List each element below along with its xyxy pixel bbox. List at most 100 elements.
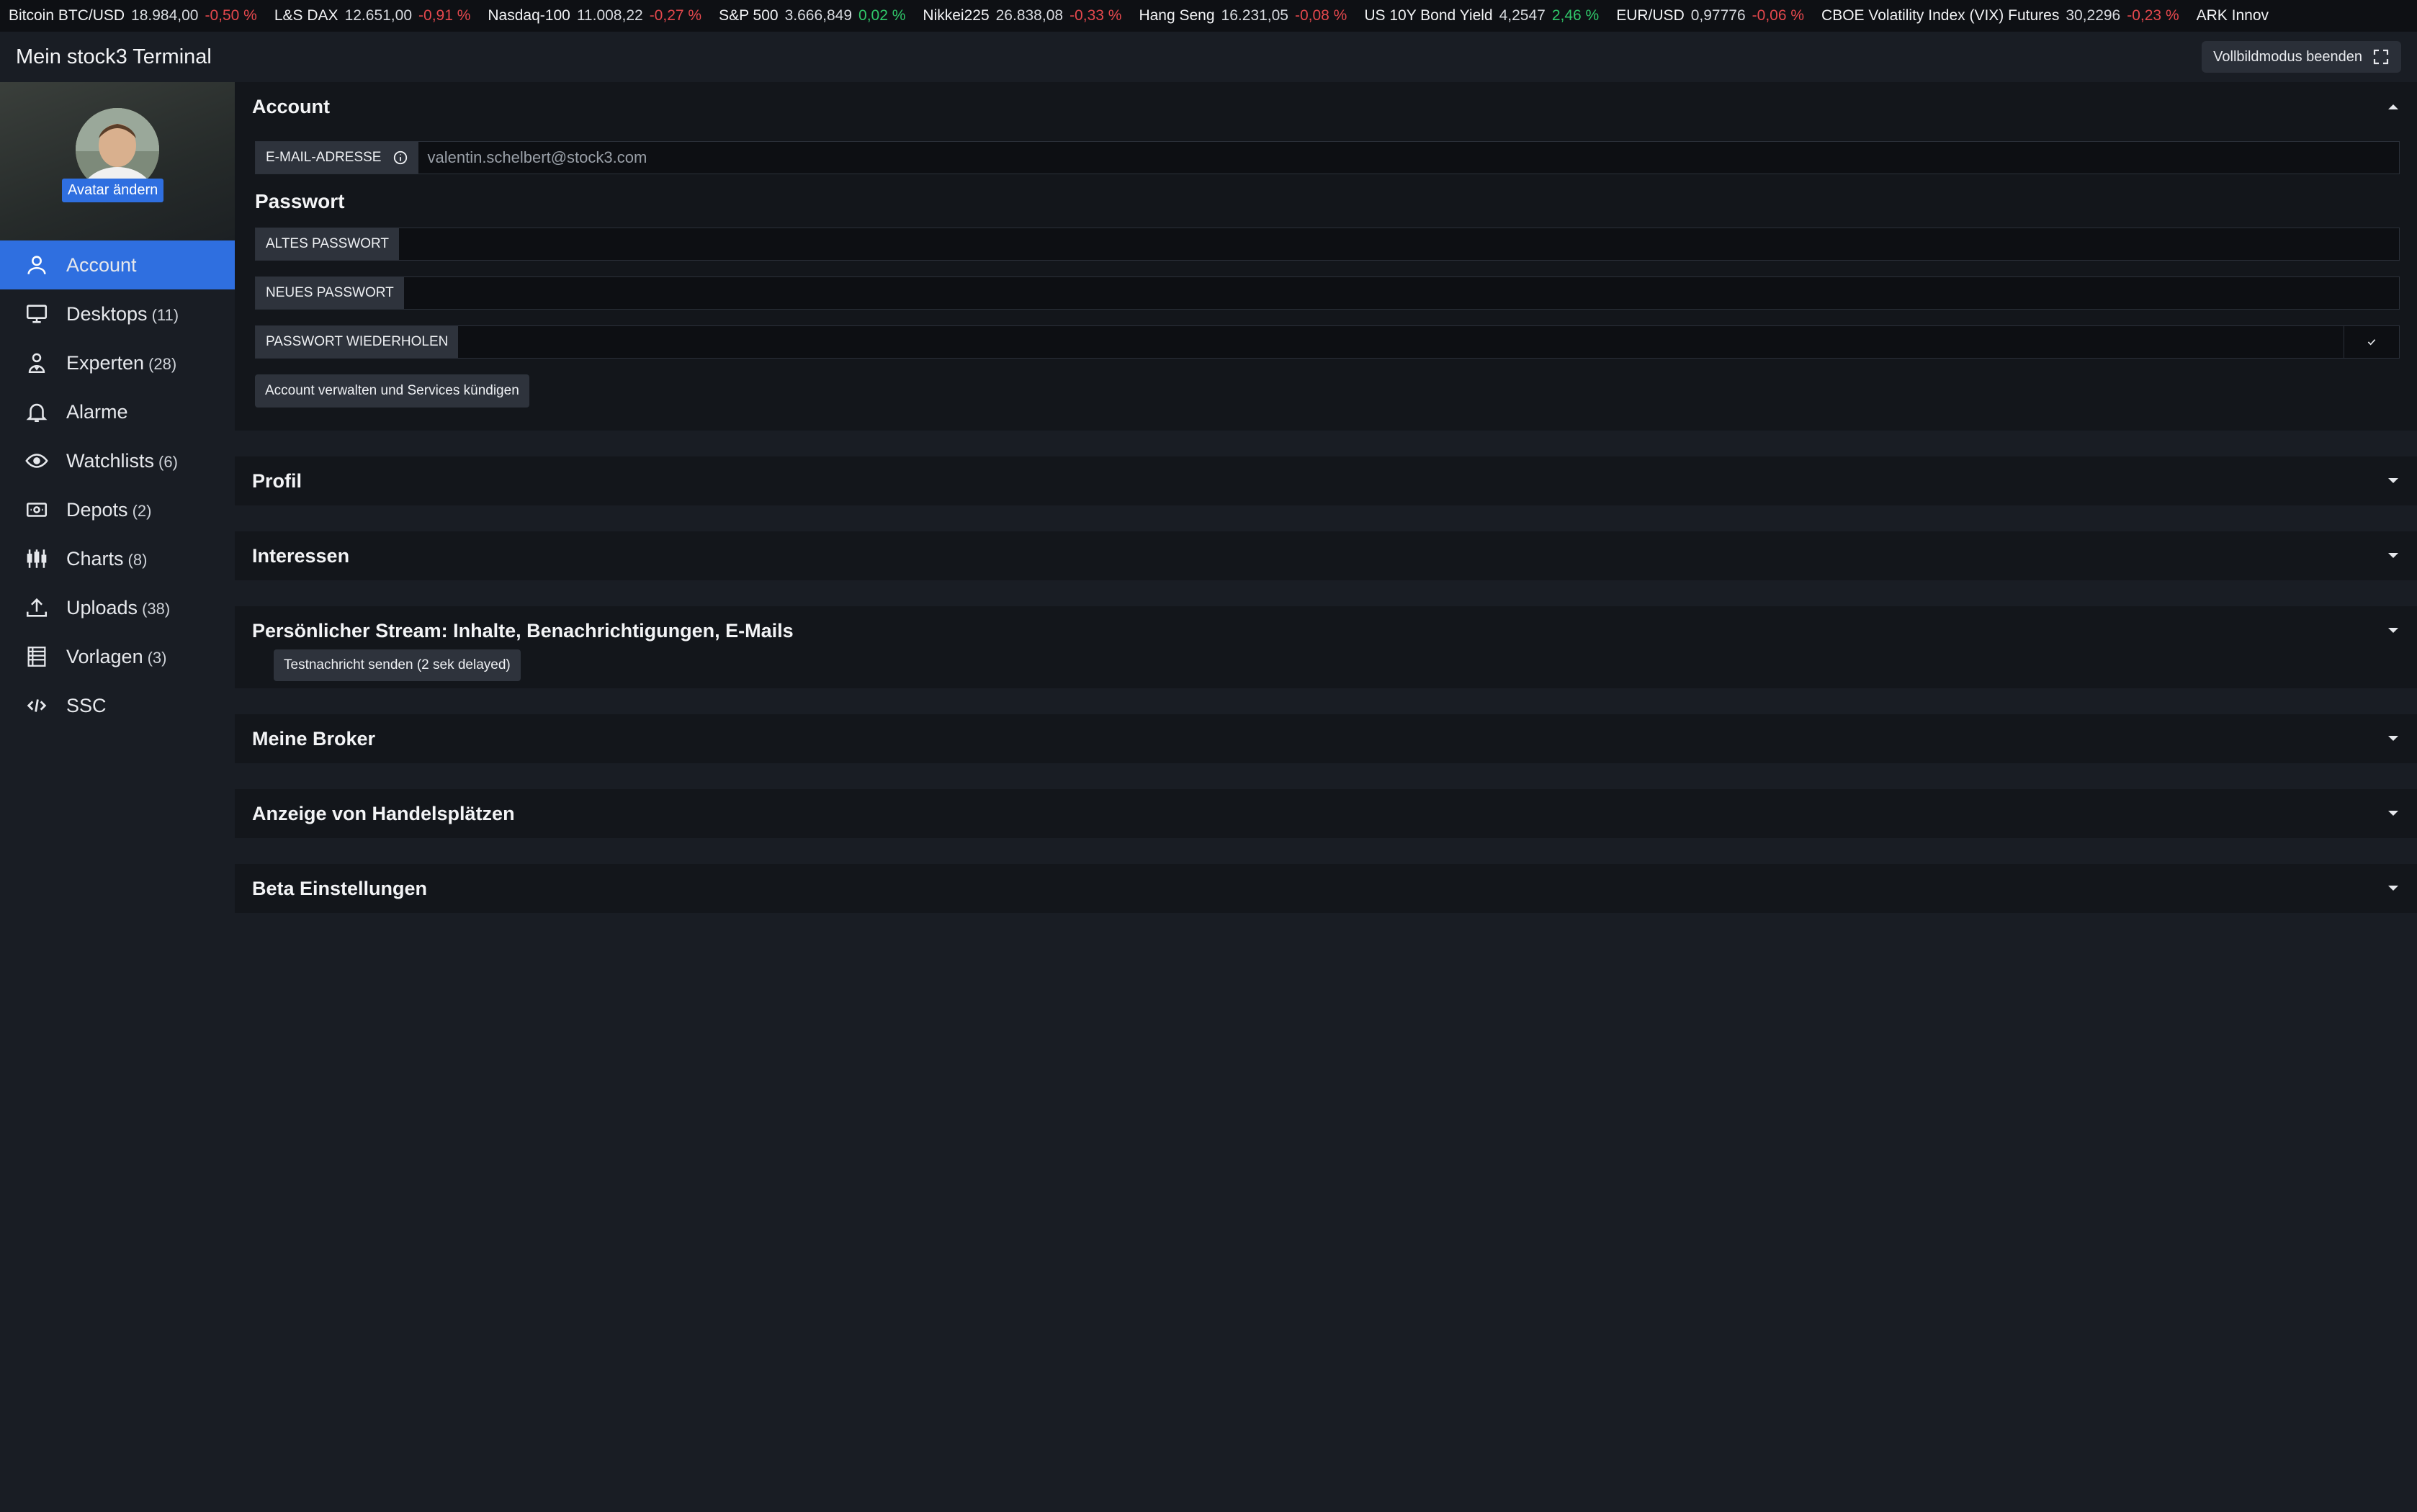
ticker-item[interactable]: US 10Y Bond Yield 4,2547 2,46 % <box>1355 7 1607 24</box>
handelsplaetze-section: Anzeige von Handelsplätzen <box>235 789 2417 838</box>
template-icon <box>27 647 46 667</box>
old-password-label: ALTES PASSWORT <box>256 228 400 260</box>
section-title: Persönlicher Stream: Inhalte, Benachrich… <box>252 619 794 642</box>
section-title: Meine Broker <box>252 727 376 750</box>
interessen-section: Interessen <box>235 531 2417 580</box>
ticker-item[interactable]: S&P 500 3.666,849 0,02 % <box>710 7 914 24</box>
sidebar-item-label: SSC <box>66 694 107 716</box>
sidebar-item-label: Alarme <box>66 400 128 423</box>
sidebar-item-vorlagen[interactable]: Vorlagen (3) <box>0 632 235 681</box>
info-icon[interactable] <box>393 150 408 166</box>
handelsplaetze-section-header[interactable]: Anzeige von Handelsplätzen <box>235 789 2417 838</box>
sidebar-item-charts[interactable]: Charts (8) <box>0 534 235 583</box>
sidebar-item-ssc[interactable]: SSC <box>0 681 235 730</box>
market-ticker: Bitcoin BTC/USD 18.984,00 -0,50 % L&S DAX 1… <box>0 0 2417 32</box>
old-password-input[interactable] <box>399 228 2399 260</box>
email-input[interactable] <box>418 142 2399 174</box>
sidebar-item-label: Experten <box>66 351 145 374</box>
repeat-password-field: PASSWORT WIEDERHOLEN <box>255 325 2400 359</box>
ticker-item[interactable]: Nikkei225 26.838,08 -0,33 % <box>914 7 1130 24</box>
ticker-item[interactable]: Nasdaq-100 11.008,22 -0,27 % <box>479 7 710 24</box>
old-password-field: ALTES PASSWORT <box>255 228 2400 261</box>
ticker-item[interactable]: L&S DAX 12.651,00 -0,91 % <box>266 7 480 24</box>
sidebar-item-count: (3) <box>147 648 167 667</box>
user-icon <box>27 256 46 274</box>
sidebar-item-uploads[interactable]: Uploads (38) <box>0 583 235 632</box>
ticker-item[interactable]: EUR/USD 0,97776 -0,06 % <box>1607 7 1813 24</box>
sidebar-item-desktops[interactable]: Desktops (11) <box>0 289 235 338</box>
sidebar-item-label: Watchlists <box>66 449 155 472</box>
ticker-item[interactable]: Hang Seng 16.231,05 -0,08 % <box>1130 7 1355 24</box>
sidebar-item-count: (38) <box>142 599 171 618</box>
avatar-area: Avatar ändern <box>0 82 235 240</box>
new-password-field: NEUES PASSWORT <box>255 276 2400 310</box>
sidebar-item-alarme[interactable]: Alarme <box>0 387 235 436</box>
fullscreen-icon <box>2373 49 2389 65</box>
send-test-message-button[interactable]: Testnachricht senden (2 sek delayed) <box>274 649 521 681</box>
ticker-item[interactable]: ARK Innov <box>2188 7 2277 24</box>
sidebar-item-label: Charts <box>66 547 124 570</box>
broker-section: Meine Broker <box>235 714 2417 763</box>
sidebar-item-depots[interactable]: Depots (2) <box>0 485 235 534</box>
check-icon <box>2367 339 2376 346</box>
bell-icon <box>26 403 48 423</box>
new-password-input[interactable] <box>403 277 2399 309</box>
section-title: Profil <box>252 469 302 492</box>
account-section: Account E-MAIL-ADRESSE Passwort ALTES PA… <box>235 82 2417 431</box>
eye-icon <box>25 454 48 468</box>
change-avatar-button[interactable]: Avatar ändern <box>62 179 164 202</box>
expert-icon <box>28 353 45 374</box>
ticker-item[interactable]: CBOE Volatility Index (VIX) Futures 30,22… <box>1813 7 2188 24</box>
sidebar-item-label: Desktops <box>66 302 148 325</box>
stream-section: Persönlicher Stream: Inhalte, Benachrich… <box>235 606 2417 688</box>
email-field: E-MAIL-ADRESSE <box>255 141 2400 174</box>
profil-section-header[interactable]: Profil <box>235 456 2417 505</box>
chevron-down-icon <box>2388 736 2398 741</box>
chevron-down-icon <box>2388 628 2398 633</box>
section-title: Account <box>252 95 330 117</box>
sidebar-item-count: (8) <box>127 550 148 569</box>
chevron-down-icon <box>2388 811 2398 816</box>
money-icon <box>26 503 48 517</box>
confirm-password-button[interactable] <box>2344 326 2399 358</box>
email-label: E-MAIL-ADRESSE <box>256 142 419 174</box>
chevron-down-icon <box>2388 553 2398 558</box>
ticker-item[interactable]: Bitcoin BTC/USD 18.984,00 -0,50 % <box>0 7 266 24</box>
sidebar-item-label: Vorlagen <box>66 645 143 667</box>
stream-section-header[interactable]: Persönlicher Stream: Inhalte, Benachrich… <box>235 606 2417 655</box>
sidebar-item-label: Account <box>66 253 137 276</box>
section-title: Interessen <box>252 544 350 567</box>
sidebar-item-count: (11) <box>151 305 179 324</box>
chevron-down-icon <box>2388 886 2398 891</box>
monitor-icon <box>26 305 48 323</box>
app-title: Mein stock3 Terminal <box>16 45 212 68</box>
sidebar-item-count: (28) <box>148 354 177 373</box>
chevron-up-icon <box>2388 104 2398 109</box>
sidebar-item-watchlists[interactable]: Watchlists (6) <box>0 436 235 485</box>
sidebar-item-label: Uploads <box>66 596 138 618</box>
repeat-password-input[interactable] <box>458 326 2344 358</box>
code-icon <box>27 699 47 712</box>
chevron-down-icon <box>2388 478 2398 483</box>
beta-section-header[interactable]: Beta Einstellungen <box>235 864 2417 913</box>
section-title: Anzeige von Handelsplätzen <box>252 802 515 824</box>
sidebar-item-count: (6) <box>158 452 178 471</box>
sidebar-nav: Account Desktops (11) Experten (28) Alarme… <box>0 240 235 730</box>
manage-account-button[interactable]: Account verwalten und Services kündigen <box>255 374 529 408</box>
sidebar-item-account[interactable]: Account <box>0 240 235 289</box>
account-section-header[interactable]: Account <box>235 82 2417 131</box>
sidebar-item-experten[interactable]: Experten (28) <box>0 338 235 387</box>
sidebar: Avatar ändern Account Desktops (11) Exper… <box>0 82 235 939</box>
new-password-label: NEUES PASSWORT <box>256 277 404 309</box>
interessen-section-header[interactable]: Interessen <box>235 531 2417 580</box>
beta-section: Beta Einstellungen <box>235 864 2417 913</box>
section-title: Beta Einstellungen <box>252 877 428 899</box>
exit-fullscreen-button[interactable]: Vollbildmodus beenden <box>2202 41 2401 73</box>
profil-section: Profil <box>235 456 2417 505</box>
sidebar-item-label: Depots <box>66 498 128 521</box>
repeat-password-label: PASSWORT WIEDERHOLEN <box>256 326 459 358</box>
password-heading: Passwort <box>255 190 345 212</box>
exit-fullscreen-label: Vollbildmodus beenden <box>2213 48 2362 65</box>
broker-section-header[interactable]: Meine Broker <box>235 714 2417 763</box>
upload-icon <box>26 598 48 617</box>
